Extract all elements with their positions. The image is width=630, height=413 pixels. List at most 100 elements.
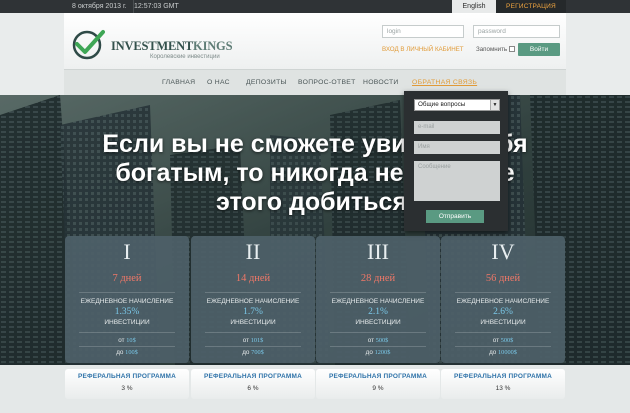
divider: [79, 332, 175, 333]
hero-quote-line-1: Если вы не сможете увидеть себя: [102, 130, 528, 158]
daily-accrual-label: ЕЖЕДНЕВНОЕ НАЧИСЛЕНИЕ: [331, 298, 425, 305]
plan-number: III: [367, 239, 389, 264]
plan-duration: 7 дней: [112, 273, 142, 284]
referral-card-4[interactable]: РЕФЕРАЛЬНАЯ ПРОГРАММА 13 %: [441, 369, 565, 399]
referral-card-2[interactable]: РЕФЕРАЛЬНАЯ ПРОГРАММА 6 %: [191, 369, 315, 399]
max-deposit: до 10000$: [441, 349, 565, 356]
min-value: 10$: [126, 337, 136, 344]
current-time: 12:57:03 GMT: [134, 3, 179, 10]
referral-card-1[interactable]: РЕФЕРАЛЬНАЯ ПРОГРАММА 3 %: [65, 369, 189, 399]
login-button[interactable]: Войти: [518, 43, 560, 56]
referral-title: РЕФЕРАЛЬНАЯ ПРОГРАММА: [453, 373, 553, 380]
daily-percent: 1.35%: [114, 307, 140, 317]
plan-card-2[interactable]: II 14 дней ЕЖЕДНЕВНОЕ НАЧИСЛЕНИЕ 1.7% ИН…: [191, 236, 315, 363]
topic-selected-value: Общие вопросы: [418, 101, 466, 108]
min-deposit: от 500$: [316, 337, 440, 344]
investment-label: ИНВЕСТИЦИИ: [230, 319, 276, 326]
max-label: до: [365, 349, 373, 356]
top-bar: 8 октября 2013 г. 12:57:03 GMT English Р…: [0, 0, 630, 13]
referral-percent: 9 %: [372, 385, 384, 392]
min-value: 500$: [375, 337, 389, 344]
divider: [205, 292, 301, 293]
referral-title: РЕФЕРАЛЬНАЯ ПРОГРАММА: [203, 373, 303, 380]
logo-subtitle: Королевские инвестиции: [150, 54, 220, 60]
divider: [330, 346, 426, 347]
message-field[interactable]: Сообщение: [414, 161, 500, 201]
nav-item-about[interactable]: О НАС: [207, 70, 230, 96]
daily-accrual-label: ЕЖЕДНЕВНОЕ НАЧИСЛЕНИЕ: [80, 298, 174, 305]
remember-checkbox[interactable]: [509, 46, 516, 53]
hero-quote-line-3: этого добиться.: [216, 188, 414, 216]
plan-number: II: [245, 239, 261, 264]
hero-quote: Если вы не сможете увидеть себя богатым,…: [0, 130, 630, 217]
nav-item-home[interactable]: ГЛАВНАЯ: [162, 70, 195, 96]
min-label: от: [118, 337, 125, 344]
max-label: до: [116, 349, 124, 356]
daily-accrual-label: ЕЖЕДНЕВНОЕ НАЧИСЛЕНИЕ: [206, 298, 300, 305]
logo-check-icon: [72, 30, 105, 60]
max-value: 1200$: [374, 349, 391, 356]
max-label: до: [489, 349, 497, 356]
nav-item-faq[interactable]: ВОПРОС-ОТВЕТ: [298, 70, 356, 96]
remember-me[interactable]: Запомнить: [476, 46, 516, 53]
max-label: до: [242, 349, 250, 356]
send-button[interactable]: Отправить: [426, 210, 484, 223]
nav-item-deposits[interactable]: ДЕПОЗИТЫ: [246, 70, 287, 96]
max-value: 700$: [251, 349, 264, 356]
site-header: INVESTMENTKINGS Королевские инвестиции l…: [64, 13, 566, 69]
plan-card-4[interactable]: IV 56 дней ЕЖЕДНЕВНОЕ НАЧИСЛЕНИЕ 2.6% ИН…: [441, 236, 565, 363]
plan-card-1[interactable]: I 7 дней ЕЖЕДНЕВНОЕ НАЧИСЛЕНИЕ 1.35% ИНВ…: [65, 236, 189, 363]
max-deposit: до 1200$: [316, 349, 440, 356]
cabinet-link[interactable]: ВХОД В ЛИЧНЫЙ КАБИНЕТ: [382, 46, 464, 53]
max-deposit: до 100$: [65, 349, 189, 356]
divider: [330, 332, 426, 333]
min-deposit: от 500$: [441, 337, 565, 344]
language-switch[interactable]: English: [452, 0, 496, 13]
plan-duration: 28 дней: [360, 273, 396, 284]
min-label: от: [367, 337, 374, 344]
referral-title: РЕФЕРАЛЬНАЯ ПРОГРАММА: [77, 373, 177, 380]
register-link[interactable]: РЕГИСТРАЦИЯ: [496, 0, 566, 13]
referral-percent: 6 %: [247, 385, 259, 392]
hero-quote-line-2: богатым, то никогда не сможете: [115, 159, 515, 187]
plan-duration: 56 дней: [485, 273, 521, 284]
plan-card-3[interactable]: III 28 дней ЕЖЕДНЕВНОЕ НАЧИСЛЕНИЕ 2.1% И…: [316, 236, 440, 363]
current-date: 8 октября 2013 г.: [66, 0, 134, 13]
chevron-down-icon[interactable]: ▼: [490, 100, 499, 110]
plan-number: IV: [491, 239, 515, 264]
daily-percent: 2.6%: [493, 307, 513, 317]
daily-accrual-label: ЕЖЕДНЕВНОЕ НАЧИСЛЕНИЕ: [456, 298, 550, 305]
plan-duration: 14 дней: [235, 273, 271, 284]
divider: [455, 346, 551, 347]
divider: [330, 292, 426, 293]
referral-title: РЕФЕРАЛЬНАЯ ПРОГРАММА: [328, 373, 428, 380]
name-field[interactable]: Имя: [414, 141, 500, 154]
max-value: 100$: [125, 349, 138, 356]
investment-label: ИНВЕСТИЦИИ: [480, 319, 526, 326]
max-deposit: до 700$: [191, 349, 315, 356]
daily-percent: 1.7%: [243, 307, 263, 317]
min-value: 500$: [500, 337, 514, 344]
plan-number: I: [123, 239, 131, 264]
remember-label: Запомнить: [476, 46, 508, 53]
divider: [455, 292, 551, 293]
investment-label: ИНВЕСТИЦИИ: [355, 319, 401, 326]
min-deposit: от 101$: [191, 337, 315, 344]
topic-select[interactable]: Общие вопросы ▼: [414, 99, 500, 111]
min-label: от: [242, 337, 249, 344]
feedback-dropdown: Общие вопросы ▼ e-mail Имя Сообщение Отпр…: [404, 91, 508, 231]
divider: [79, 346, 175, 347]
referral-percent: 13 %: [495, 385, 511, 392]
nav-item-news[interactable]: НОВОСТИ: [363, 70, 399, 96]
min-value: 101$: [250, 337, 264, 344]
login-input[interactable]: login: [382, 25, 464, 38]
referral-card-3[interactable]: РЕФЕРАЛЬНАЯ ПРОГРАММА 9 %: [316, 369, 440, 399]
investment-label: ИНВЕСТИЦИИ: [104, 319, 150, 326]
min-label: от: [492, 337, 499, 344]
divider: [205, 332, 301, 333]
logo-text[interactable]: INVESTMENTKINGS: [111, 39, 233, 54]
daily-percent: 2.1%: [368, 307, 388, 317]
password-input[interactable]: password: [473, 25, 560, 38]
divider: [79, 292, 175, 293]
email-field[interactable]: e-mail: [414, 121, 500, 134]
